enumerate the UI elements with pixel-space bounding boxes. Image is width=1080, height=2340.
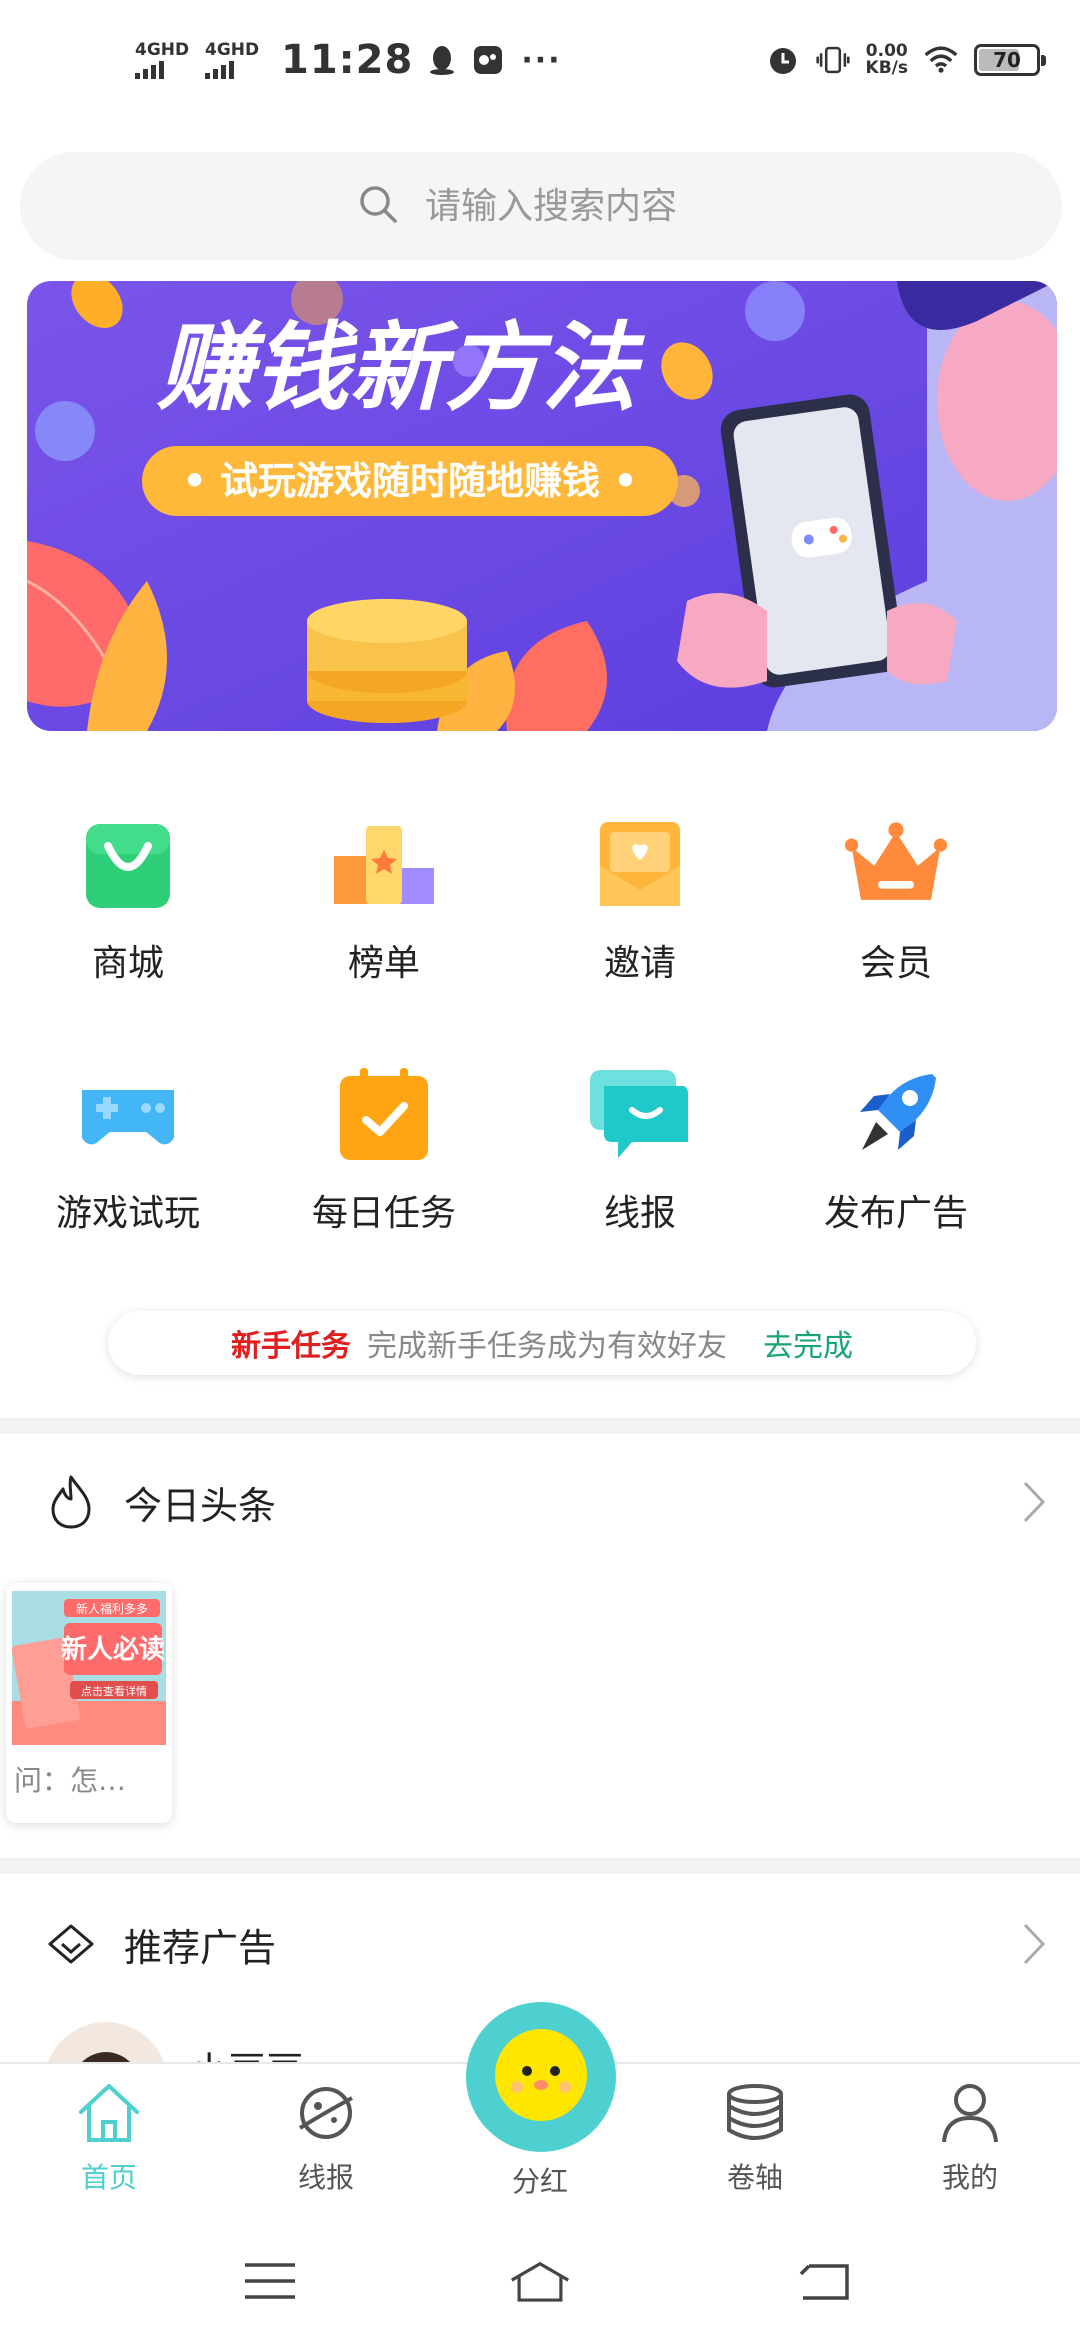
alarm-icon: [766, 43, 800, 77]
grid-label-mall: 商城: [91, 943, 164, 984]
calendar-check-icon: [332, 1062, 436, 1166]
diamond-icon: [44, 1917, 98, 1971]
signal-1-icon: 4GHD: [135, 41, 193, 79]
grid-item-post-ad[interactable]: 发布广告: [768, 1050, 1024, 1300]
clock: 11:28: [281, 37, 414, 83]
qq-penguin-icon: [425, 43, 459, 77]
system-nav-bar: [0, 2214, 1080, 2340]
home-system-icon[interactable]: [510, 2256, 570, 2306]
grid-label-invite: 邀请: [603, 943, 676, 984]
banner-illustration: 赚钱新方法 • 试玩游戏随时随地赚钱 •: [27, 281, 1057, 731]
planet-icon: [294, 2082, 358, 2148]
grid-item-ranking[interactable]: 榜单: [256, 800, 512, 1050]
coin-stack-icon: [723, 2082, 787, 2148]
speed-unit: KB/s: [865, 58, 908, 78]
status-bar: 4GHD 4GHD 11:28 ··· 0.00 KB/s 70: [0, 0, 1080, 120]
grid-label-daily-task: 每日任务: [311, 1193, 456, 1234]
newbie-task-desc: 完成新手任务成为有效好友: [367, 1329, 727, 1364]
wifi-icon: [924, 43, 958, 77]
chevron-right-icon[interactable]: [1022, 1480, 1046, 1528]
game-app-icon: [471, 43, 505, 77]
tab-tips[interactable]: 线报: [266, 2082, 386, 2196]
grid-item-game-trial[interactable]: 游戏试玩: [0, 1050, 256, 1300]
shopping-bag-icon: [76, 812, 180, 916]
headlines-header[interactable]: 今日头条: [0, 1452, 1080, 1552]
grid-row-1: 商城 榜单 邀请 会员: [0, 800, 1080, 1050]
grid-item-daily-task[interactable]: 每日任务: [256, 1050, 512, 1300]
grid-row-2: 游戏试玩 每日任务 线报 发布广告: [0, 1050, 1080, 1300]
news-caption: 问：怎…: [14, 1764, 127, 1797]
grid-label-ranking: 榜单: [347, 943, 420, 984]
grid-item-invite[interactable]: 邀请: [512, 800, 768, 1050]
signal-2-icon: 4GHD: [205, 41, 263, 79]
grid-item-mall[interactable]: 商城: [0, 800, 256, 1050]
thumbnail-sub-text: 点击查看详情: [81, 1684, 147, 1698]
back-icon[interactable]: [794, 2256, 854, 2306]
status-left: 4GHD 4GHD 11:28 ···: [135, 32, 562, 88]
grid-label-tips: 线报: [603, 1193, 676, 1234]
tab-label-home: 首页: [80, 2161, 137, 2194]
banner-headline: 赚钱新方法: [156, 312, 645, 424]
section-divider-2: [0, 1858, 1080, 1874]
net-speed: 0.00 KB/s: [866, 43, 908, 77]
tab-label-dividend: 分红: [511, 2165, 568, 2198]
recommend-header[interactable]: 推荐广告: [0, 1894, 1080, 1994]
network-type-1: 4GHD: [135, 40, 190, 60]
network-type-2: 4GHD: [205, 40, 260, 60]
person-icon: [938, 2082, 1002, 2148]
search-icon: [357, 183, 399, 229]
battery-icon: 70: [974, 44, 1046, 76]
grid-label-game-trial: 游戏试玩: [55, 1193, 200, 1234]
gamepad-icon: [76, 1062, 180, 1166]
status-right: 0.00 KB/s 70: [766, 34, 1046, 86]
tab-scroll[interactable]: 卷轴: [695, 2082, 815, 2196]
recommend-title: 推荐广告: [124, 1925, 277, 1970]
headlines-title: 今日头条: [124, 1483, 277, 1528]
newbie-task-title: 新手任务: [231, 1329, 351, 1364]
app-screen: 4GHD 4GHD 11:28 ··· 0.00 KB/s 70 请输入搜索内容…: [0, 0, 1080, 2340]
section-divider: [0, 1418, 1080, 1434]
tab-home[interactable]: 首页: [49, 2082, 169, 2196]
tab-label-scroll: 卷轴: [726, 2161, 783, 2194]
banner-tagline: • 试玩游戏随时随地赚钱 •: [182, 459, 637, 503]
grid-label-post-ad: 发布广告: [823, 1193, 968, 1234]
news-thumbnail: 新人福利多多 新人必读 点击查看详情: [11, 1591, 166, 1745]
battery-level: 70: [993, 48, 1021, 72]
invite-envelope-icon: [588, 812, 692, 916]
chevron-right-icon[interactable]: [1022, 1922, 1046, 1970]
newbie-task-bar[interactable]: 新手任务 完成新手任务成为有效好友 去完成: [108, 1311, 976, 1375]
tab-mine[interactable]: 我的: [910, 2082, 1030, 2196]
dividend-fab-button[interactable]: [466, 2002, 616, 2152]
crown-icon: [844, 812, 948, 916]
thumbnail-top-text: 新人福利多多: [76, 1601, 148, 1616]
more-notifications: ···: [521, 42, 562, 78]
search-bar[interactable]: [20, 152, 1062, 260]
grid-item-member[interactable]: 会员: [768, 800, 1024, 1050]
function-grid: 商城 榜单 邀请 会员 游戏试玩 每日任务 线报 发布广告: [0, 800, 1080, 1300]
promo-banner[interactable]: 赚钱新方法 • 试玩游戏随时随地赚钱 •: [27, 281, 1057, 731]
flame-icon: [44, 1475, 98, 1529]
ranking-podium-icon: [332, 812, 436, 916]
tab-label-mine: 我的: [941, 2161, 998, 2194]
chick-face-icon: [491, 2025, 591, 2129]
chat-bubble-icon: [588, 1062, 692, 1166]
news-card[interactable]: 新人福利多多 新人必读 点击查看详情 问：怎…: [6, 1583, 172, 1823]
grid-label-member: 会员: [859, 943, 932, 984]
thumbnail-title-text: 新人必读: [61, 1634, 165, 1665]
newbie-task-action[interactable]: 去完成: [763, 1321, 853, 1365]
home-icon: [77, 2082, 141, 2148]
search-input[interactable]: [425, 185, 725, 227]
tab-label-tips: 线报: [297, 2161, 354, 2194]
rocket-icon: [844, 1062, 948, 1166]
grid-item-tips[interactable]: 线报: [512, 1050, 768, 1300]
vibrate-icon: [815, 43, 850, 77]
menu-icon[interactable]: [240, 2256, 300, 2306]
